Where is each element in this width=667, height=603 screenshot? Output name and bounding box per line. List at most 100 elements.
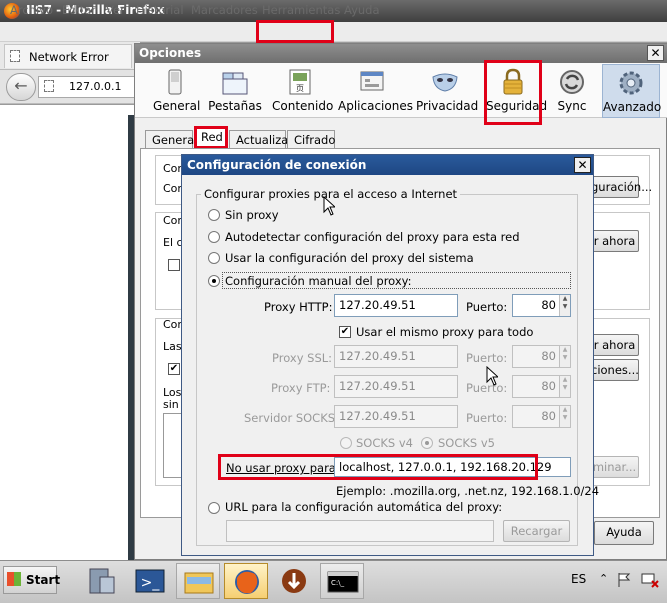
menu-herramientas[interactable]: Herramientas [262,3,340,17]
clear-now-button-1[interactable]: r ahora [590,230,639,252]
same-proxy-checkbox[interactable]: ✔ [339,326,351,338]
http-port-value: 80 [541,298,556,312]
connection-close-button[interactable]: ✕ [574,157,591,173]
config-button[interactable]: guración... [590,176,652,198]
taskbar-explorer[interactable] [176,563,220,599]
cmd-icon: C:\_ [327,571,359,593]
socks-host-input[interactable]: 127.20.49.51 [334,405,458,428]
offline-checkbox[interactable]: ✔ [168,363,180,375]
subtab-actualizar[interactable]: Actualizar [229,130,293,148]
menu-bar [0,22,667,42]
explorer-folder-icon [184,572,214,594]
offline-sites-list[interactable] [163,413,183,478]
socks-port-value: 80 [541,409,556,423]
menu-historial[interactable]: Historial [136,3,184,17]
subtab-general-label: General [152,133,198,147]
pane-seguridad[interactable]: Seguridad [486,64,548,118]
pane-contenido[interactable]: 页 Contenido [272,64,333,118]
frag-las: Las [163,340,182,353]
mouse-cursor-icon-2 [486,366,498,386]
pane-general[interactable]: General [153,64,201,118]
flag-icon[interactable] [617,572,631,588]
auto-url-input[interactable] [226,520,494,542]
socks-host-value: 127.20.49.51 [339,409,416,423]
menu-ayuda[interactable]: Ayuda [344,3,380,17]
remove-button[interactable]: minar... [590,456,639,478]
menu-editar[interactable]: Editar [62,3,96,17]
menu-ver[interactable]: Ver [106,3,125,17]
options-title-bar: Opciones [135,44,667,63]
pane-avanzado-label: Avanzado [603,100,662,114]
subtab-cifrado[interactable]: Cifrado [287,130,335,148]
radio-autodetect-label: Autodetectar configuración del proxy par… [225,230,520,244]
ftp-proxy-input[interactable]: 127.20.49.51 [334,375,458,398]
subtab-red[interactable]: Red [194,127,228,148]
pane-sync[interactable]: Sync [550,64,594,118]
no-proxy-input[interactable]: localhost, 127.0.0.1, 192.168.20.129 [334,457,571,477]
taskbar-powershell[interactable]: >_ [128,563,172,599]
ftp-proxy-value: 127.20.49.51 [339,379,416,393]
http-proxy-value: 127.20.49.51 [339,298,416,312]
options-close-button[interactable]: ✕ [647,45,664,61]
http-proxy-label: Proxy HTTP: [264,300,333,314]
taskbar-firefox[interactable] [224,563,268,599]
mask-icon [432,73,458,92]
windows-logo-icon [7,572,21,586]
powershell-icon: >_ [135,569,165,593]
no-proxy-label: No usar proxy para: [226,461,340,475]
taskbar-server-manager[interactable] [80,563,124,599]
radio-autodetect[interactable] [208,231,220,243]
back-arrow-icon: ← [14,76,28,95]
page-content [0,105,140,560]
subtab-actualizar-label: Actualizar [236,133,294,147]
browser-tab[interactable]: Network Error [4,44,132,68]
pane-avanzado[interactable]: Avanzado [602,64,662,118]
socks-port-label: Puerto: [466,411,508,425]
socks-v4-label: SOCKS v4 [356,436,414,450]
pane-aplicaciones-label: Aplicaciones [338,99,413,113]
document-icon: 页 [289,69,311,95]
pane-general-label: General [153,99,201,113]
pane-pestanas[interactable]: Pestañas [208,64,262,118]
ssl-proxy-input[interactable]: 127.20.49.51 [334,345,458,368]
show-hidden-icons-icon[interactable]: ⌃ [599,572,608,585]
reload-button[interactable]: Recargar [503,520,570,542]
taskbar-cmd[interactable]: C:\_ [320,563,364,599]
pane-privacidad[interactable]: Privacidad [416,64,478,118]
ssl-proxy-value: 127.20.49.51 [339,349,416,363]
http-port-spinner-icon[interactable]: ▲ ▼ [559,295,570,316]
connection-title-bar: Configuración de conexión [182,155,593,175]
back-button[interactable]: ← [6,73,36,101]
radio-system-proxy-label: Usar la configuración del proxy del sist… [225,251,474,265]
clear-now-button-2[interactable]: r ahora [590,334,639,356]
cache-checkbox[interactable] [168,259,180,271]
close-icon: ✕ [650,46,661,60]
network-disconnected-icon[interactable] [641,572,659,588]
radio-system-proxy[interactable] [208,252,220,264]
ssl-port-value: 80 [541,349,556,363]
language-indicator[interactable]: ES [571,572,586,586]
pane-aplicaciones[interactable]: Aplicaciones [338,64,413,118]
socks-port-spinner-icon[interactable]: ▲ ▼ [559,406,570,427]
radio-socks-v5[interactable] [421,437,433,449]
http-proxy-input[interactable]: 127.20.49.51 [334,294,458,317]
menu-marcadores[interactable]: Marcadores [191,3,258,17]
radio-socks-v4[interactable] [340,437,352,449]
ftp-port-spinner-icon[interactable]: ▲ ▼ [559,376,570,397]
ssl-port-spinner-icon[interactable]: ▲ ▼ [559,346,570,367]
pane-seguridad-label: Seguridad [486,99,548,113]
radio-auto-url[interactable] [208,502,220,514]
subtab-general[interactable]: General [145,130,197,148]
radio-sin-proxy[interactable] [208,209,220,221]
taskbar-download[interactable] [272,563,316,599]
menu-archivo[interactable]: Archivo [10,3,53,17]
switch-icon [168,69,182,95]
auto-url-label: URL para la configuración automática del… [225,500,503,514]
page-icon [10,50,20,62]
exceptions-button[interactable]: ciones... [590,359,639,381]
help-button[interactable]: Ayuda [594,521,654,545]
ssl-proxy-label: Proxy SSL: [272,351,333,365]
radio-manual-proxy[interactable] [208,275,220,287]
subtab-cifrado-label: Cifrado [294,133,336,147]
remove-label: minar... [592,460,637,474]
